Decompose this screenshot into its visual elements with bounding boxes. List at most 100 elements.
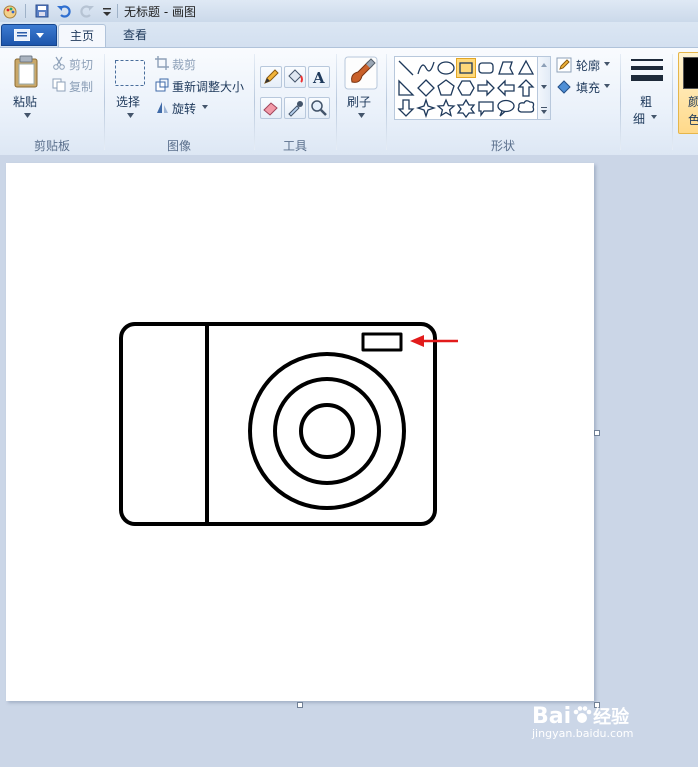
outline-button[interactable]: 轮廓 <box>576 57 600 74</box>
brushes-button[interactable]: 刷子 <box>347 93 371 110</box>
tab-view[interactable]: 查看 <box>112 24 158 46</box>
camera-drawing <box>119 322 458 526</box>
pencil-tool[interactable] <box>260 66 282 88</box>
rectangle-shape-icon[interactable] <box>456 58 476 78</box>
chevron-down-icon[interactable] <box>604 62 610 66</box>
four-point-star-shape-icon[interactable] <box>416 98 436 118</box>
color1-label-top: 颜 <box>688 95 698 109</box>
group-divider <box>254 54 255 150</box>
select-button[interactable]: 选择 <box>116 93 140 110</box>
text-tool[interactable]: A <box>308 66 330 88</box>
size-label-bottom[interactable]: 细 <box>633 110 645 127</box>
line-size-icon[interactable] <box>630 58 664 86</box>
app-menu-button[interactable] <box>1 24 57 46</box>
crop-icon <box>155 56 169 70</box>
color-picker-tool[interactable] <box>284 97 306 119</box>
select-rectangle-icon[interactable] <box>114 59 146 87</box>
size-label-top[interactable]: 粗 <box>640 93 652 110</box>
watermark: Bai 经验 jingyan.baidu.com <box>532 703 634 740</box>
eraser-icon <box>263 102 278 116</box>
chevron-down-icon[interactable] <box>24 113 31 118</box>
shapes-gallery-scrollbar[interactable] <box>537 56 551 120</box>
lens-middle-ring <box>273 377 381 485</box>
divider <box>117 4 118 18</box>
watermark-url: jingyan.baidu.com <box>532 727 634 740</box>
divider <box>25 4 26 18</box>
chevron-down-icon[interactable] <box>651 115 657 119</box>
fill-button[interactable]: 填充 <box>576 79 600 96</box>
five-point-star-shape-icon[interactable] <box>436 98 456 118</box>
color1-label-bottom: 色 <box>688 113 698 127</box>
gallery-expand-icon[interactable] <box>541 107 547 114</box>
cut-button[interactable]: 剪切 <box>69 56 93 73</box>
watermark-brand: Bai <box>532 704 572 729</box>
rounded-callout-shape-icon[interactable] <box>476 98 496 118</box>
fill-bucket-icon <box>557 80 571 94</box>
diamond-shape-icon[interactable] <box>416 78 436 98</box>
group-label-image: 图像 <box>166 139 191 153</box>
magnifier-tool[interactable] <box>308 97 330 119</box>
right-triangle-shape-icon[interactable] <box>396 78 416 98</box>
redo-icon[interactable] <box>79 3 95 19</box>
group-divider <box>620 54 621 150</box>
tab-row: 主页 查看 <box>0 22 698 47</box>
drawing-canvas[interactable] <box>6 163 594 701</box>
polygon-shape-icon[interactable] <box>496 58 516 78</box>
chevron-down-icon[interactable] <box>202 105 208 109</box>
hexagon-shape-icon[interactable] <box>456 78 476 98</box>
svg-text:A: A <box>312 69 325 87</box>
resize-button[interactable]: 重新调整大小 <box>172 78 244 95</box>
line-shape-icon[interactable] <box>396 58 416 78</box>
copy-icon <box>52 78 66 92</box>
crop-button[interactable]: 裁剪 <box>172 56 196 73</box>
chevron-down-icon[interactable] <box>127 113 134 118</box>
group-label-clipboard: 剪贴板 <box>33 139 70 153</box>
shapes-gallery <box>394 56 538 120</box>
oval-callout-shape-icon[interactable] <box>496 98 516 118</box>
resize-icon <box>155 78 169 92</box>
paste-icon[interactable] <box>12 55 42 89</box>
six-point-star-shape-icon[interactable] <box>456 98 476 118</box>
triangle-shape-icon[interactable] <box>516 58 536 78</box>
brush-icon[interactable] <box>344 56 378 90</box>
lens-inner-ring <box>299 403 355 459</box>
eraser-tool[interactable] <box>260 97 282 119</box>
fill-tool[interactable] <box>284 66 306 88</box>
rotate-button[interactable]: 旋转 <box>172 100 196 117</box>
paw-icon <box>573 706 592 723</box>
curve-shape-icon[interactable] <box>416 58 436 78</box>
save-icon[interactable] <box>34 3 50 19</box>
ribbon: 粘贴 剪切 复制 剪贴板 选择 裁剪 重新调整大小 旋转 图像 A 工具 刷子 … <box>0 47 698 156</box>
copy-button[interactable]: 复制 <box>69 78 93 95</box>
pencil-icon <box>264 69 279 84</box>
down-arrow-shape-icon[interactable] <box>396 98 416 118</box>
group-divider <box>104 54 105 150</box>
canvas-resize-handle-right[interactable] <box>594 430 600 436</box>
paint-app-icon[interactable] <box>2 3 18 19</box>
scissors-icon <box>53 56 65 70</box>
rotate-icon <box>157 102 168 113</box>
app-menu-icon <box>14 29 30 41</box>
canvas-resize-handle-bottom[interactable] <box>297 702 303 708</box>
chevron-down-icon[interactable] <box>604 84 610 88</box>
chevron-up-icon[interactable] <box>541 63 547 67</box>
group-label-shapes: 形状 <box>490 139 515 153</box>
rounded-rectangle-shape-icon[interactable] <box>476 58 496 78</box>
fill-bucket-icon <box>288 69 303 83</box>
cloud-callout-shape-icon[interactable] <box>516 98 536 118</box>
text-a-icon: A <box>312 69 325 87</box>
paste-button[interactable]: 粘贴 <box>13 93 37 110</box>
outline-pencil-icon <box>556 57 572 73</box>
color1-button[interactable]: 颜 色 <box>678 52 698 134</box>
chevron-down-icon[interactable] <box>358 113 365 118</box>
oval-shape-icon[interactable] <box>436 58 456 78</box>
customize-toolbar-icon[interactable] <box>99 3 115 19</box>
tab-home[interactable]: 主页 <box>58 24 106 47</box>
up-arrow-shape-icon[interactable] <box>516 78 536 98</box>
watermark-suffix: 经验 <box>593 707 630 728</box>
pentagon-shape-icon[interactable] <box>436 78 456 98</box>
right-arrow-shape-icon[interactable] <box>476 78 496 98</box>
chevron-down-icon[interactable] <box>541 85 547 89</box>
undo-icon[interactable] <box>56 3 72 19</box>
left-arrow-shape-icon[interactable] <box>496 78 516 98</box>
